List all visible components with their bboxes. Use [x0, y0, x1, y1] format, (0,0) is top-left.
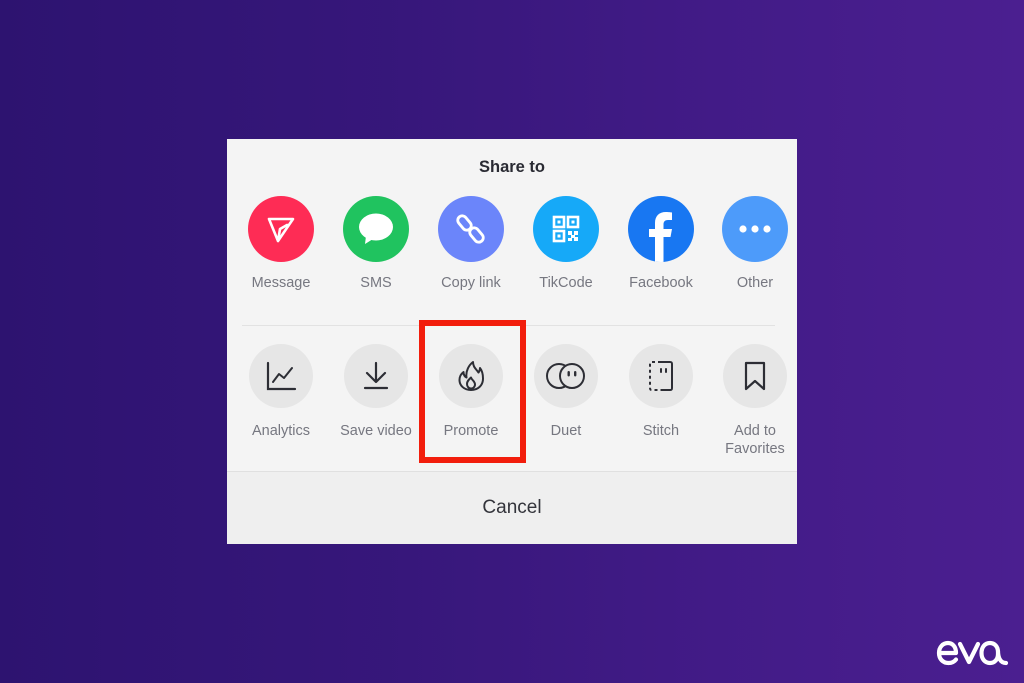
action-save-video-label: Save video	[340, 423, 412, 439]
favorites-circle	[723, 344, 787, 408]
qr-code-icon	[552, 215, 580, 243]
facebook-icon	[649, 212, 672, 262]
action-stitch-label: Stitch	[642, 423, 680, 439]
cancel-area[interactable]: Cancel	[227, 471, 797, 544]
duet-icon	[546, 363, 585, 389]
duet-circle	[534, 344, 598, 408]
promote-highlight-box	[419, 320, 526, 463]
share-message-button[interactable]: Message	[234, 196, 328, 292]
tikcode-circle	[533, 196, 599, 262]
message-circle	[248, 196, 314, 262]
share-other-label: Other	[736, 275, 774, 291]
action-analytics-label: Analytics	[251, 423, 311, 439]
share-facebook-button[interactable]: Facebook	[614, 196, 708, 292]
eva-logo-icon	[936, 640, 1009, 666]
link-icon	[456, 214, 485, 244]
action-add-to-favorites-button[interactable]: Add to Favorites	[708, 344, 802, 458]
share-copy-link-button[interactable]: Copy link	[424, 196, 518, 292]
analytics-chart-icon	[266, 361, 297, 391]
share-sms-label: SMS	[360, 275, 392, 291]
share-sms-button[interactable]: SMS	[329, 196, 423, 292]
action-stitch-button[interactable]: Stitch	[614, 344, 708, 440]
download-icon	[363, 361, 389, 390]
stitch-icon	[649, 361, 673, 391]
eva-logo	[936, 635, 1012, 669]
action-duet-button[interactable]: Duet	[519, 344, 613, 440]
stitch-circle	[629, 344, 693, 408]
share-sheet-title: Share to	[478, 158, 546, 176]
cancel-button[interactable]: Cancel	[482, 497, 541, 519]
action-save-video-button[interactable]: Save video	[329, 344, 423, 440]
chat-bubble-icon	[359, 213, 393, 244]
share-tikcode-button[interactable]: TikCode	[519, 196, 613, 292]
more-dots-icon	[739, 225, 771, 233]
send-icon	[267, 217, 295, 243]
action-analytics-button[interactable]: Analytics	[234, 344, 328, 440]
bookmark-icon	[744, 361, 766, 391]
other-circle	[722, 196, 788, 262]
action-duet-label: Duet	[550, 423, 582, 439]
share-other-button[interactable]: Other	[708, 196, 802, 292]
sms-circle	[343, 196, 409, 262]
share-message-label: Message	[251, 275, 311, 291]
action-add-to-favorites-label: Add to Favorites	[725, 423, 785, 457]
share-tikcode-label: TikCode	[539, 275, 593, 291]
share-facebook-label: Facebook	[629, 275, 693, 291]
analytics-circle	[249, 344, 313, 408]
facebook-circle	[628, 196, 694, 262]
save-video-circle	[344, 344, 408, 408]
share-copy-link-label: Copy link	[441, 275, 501, 291]
copy-link-circle	[438, 196, 504, 262]
